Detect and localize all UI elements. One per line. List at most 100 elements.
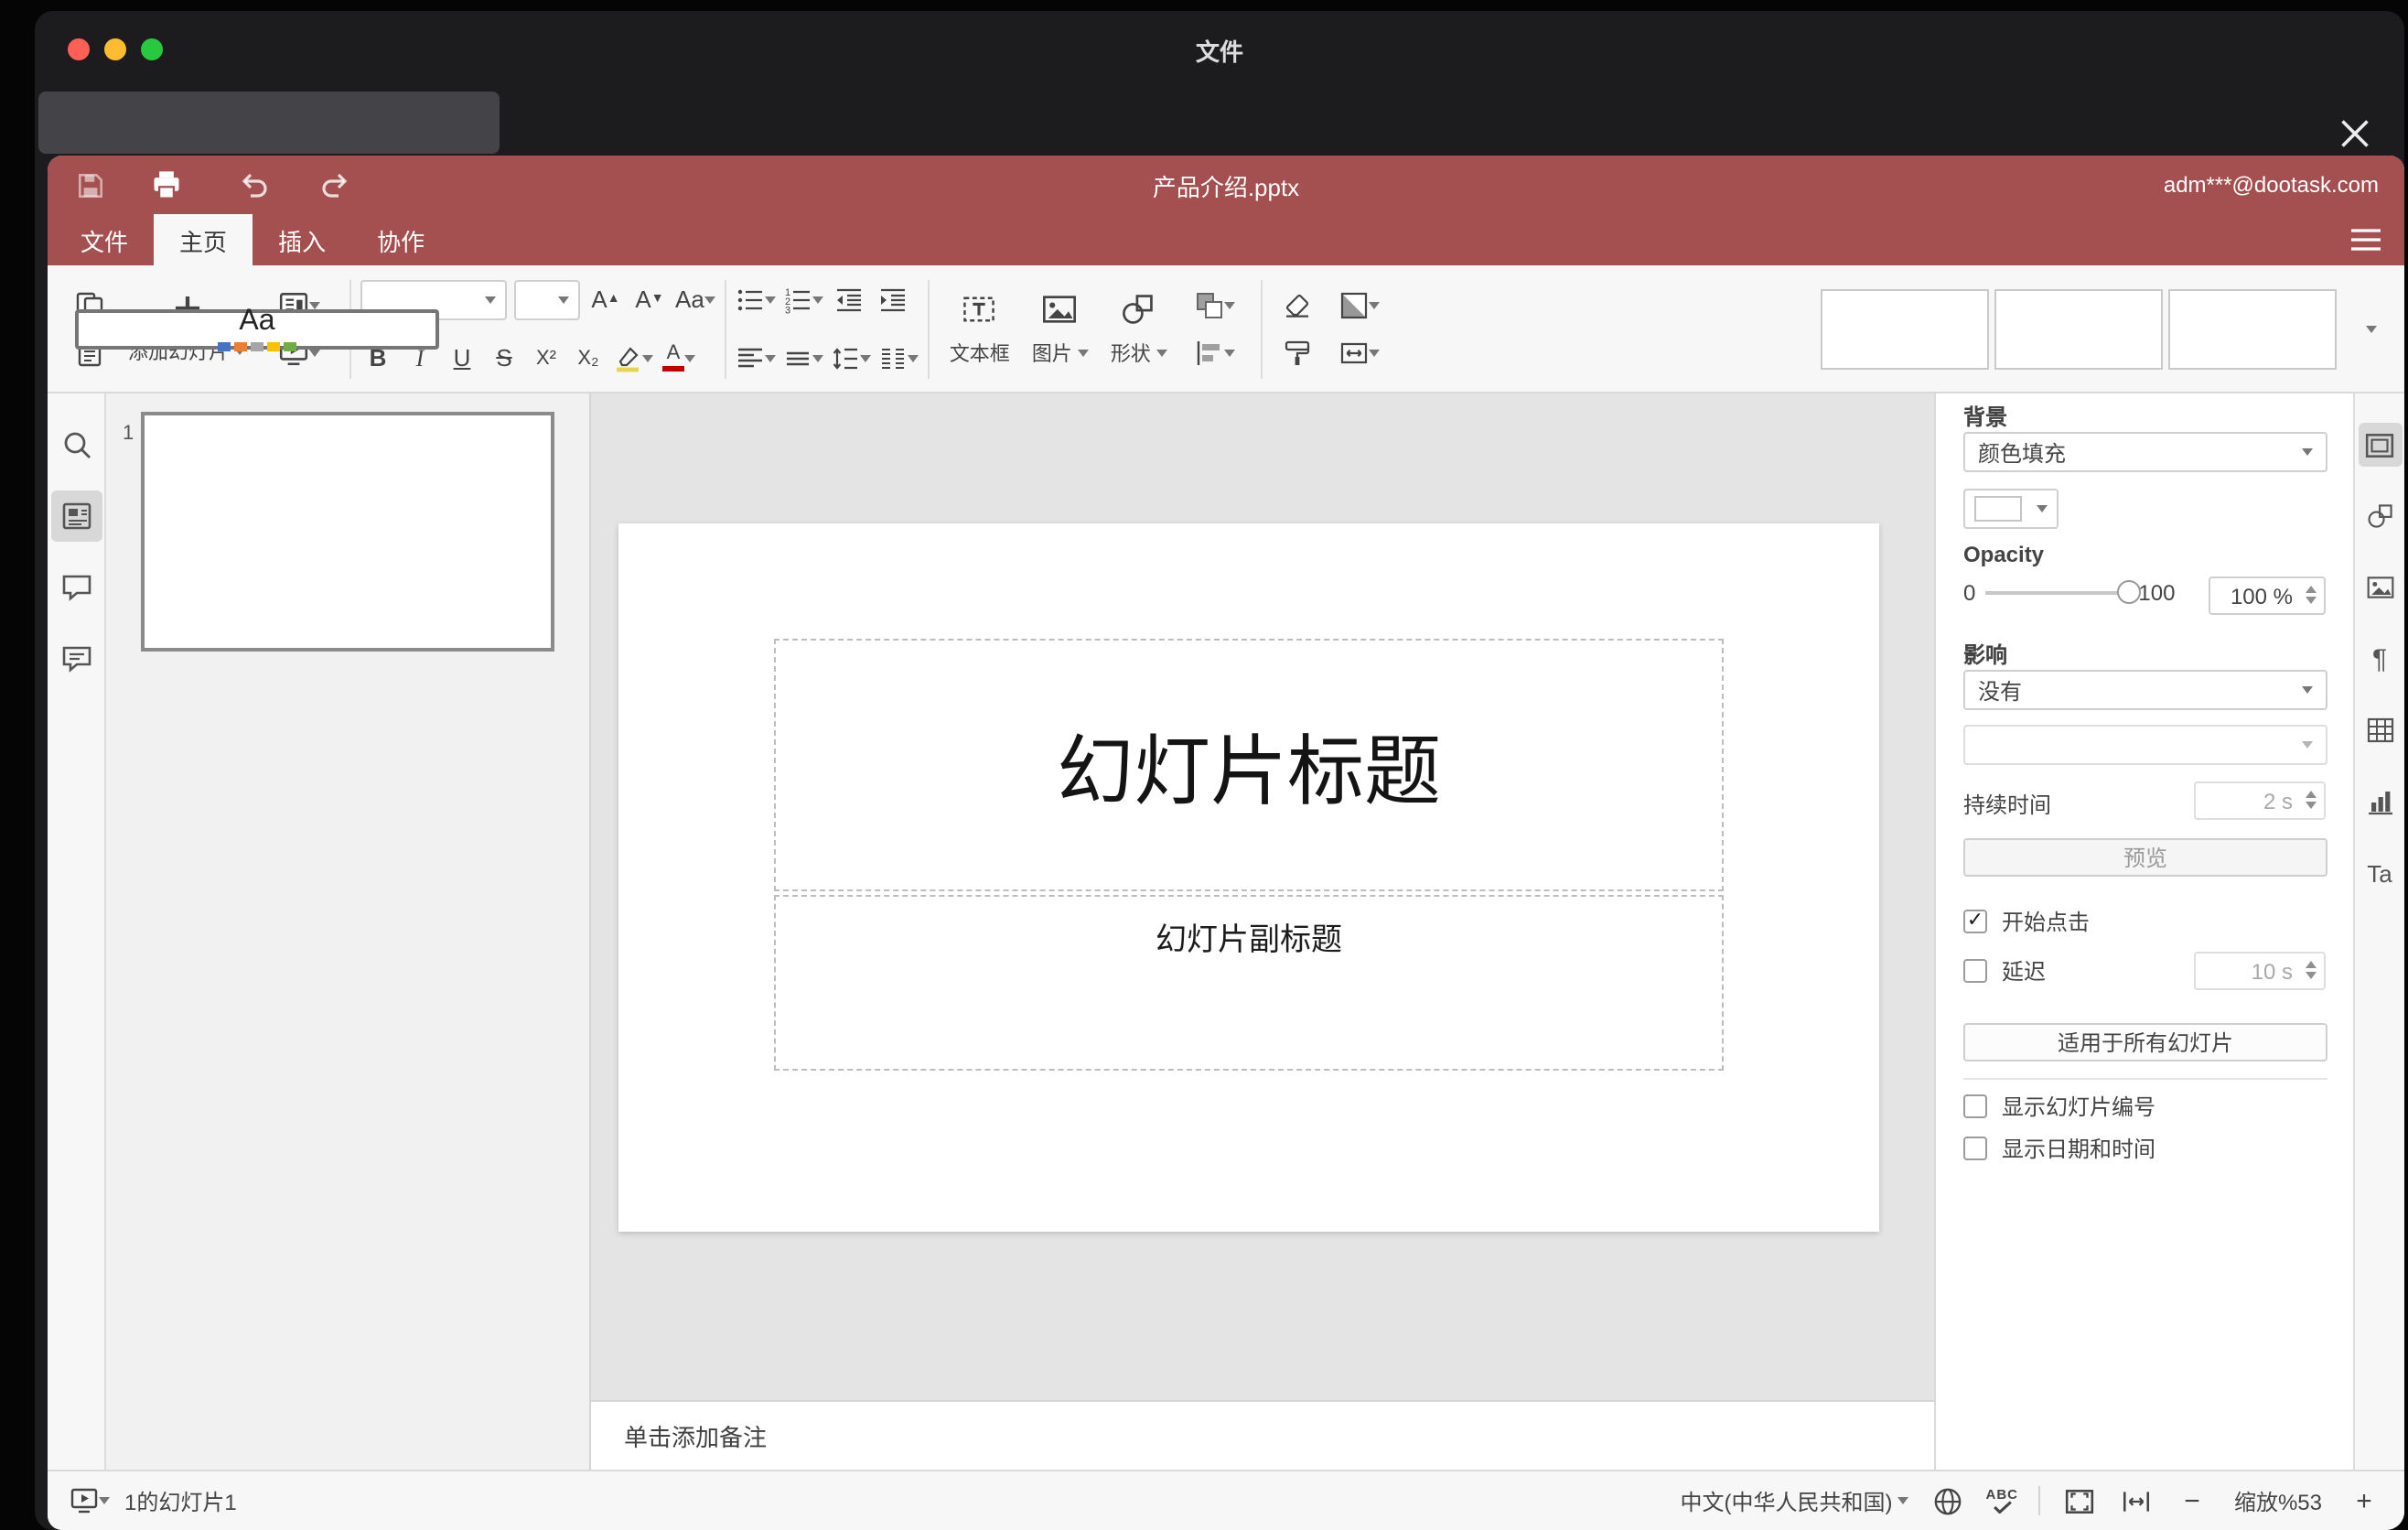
clear-style-icon[interactable] — [1272, 283, 1323, 327]
subscript-button[interactable]: X₂ — [571, 347, 606, 369]
slide[interactable]: 幻灯片标题 幻灯片副标题 — [618, 523, 1879, 1232]
save-icon[interactable] — [66, 161, 113, 209]
status-right: 中文(中华人民共和国) ABC − 缩放%53 + — [1681, 1479, 2383, 1523]
theme-option-2[interactable] — [1994, 288, 2163, 369]
decrease-indent-icon[interactable] — [831, 277, 867, 321]
insert-image-button[interactable]: 图片 — [1021, 270, 1100, 387]
increase-font-icon[interactable]: A ▲ — [587, 277, 624, 321]
shape-settings-icon[interactable] — [2358, 494, 2402, 538]
delay-input[interactable]: 10 s — [2194, 952, 2326, 990]
insert-textbox-button[interactable]: 文本框 — [939, 270, 1021, 387]
opacity-input[interactable]: 100 % — [2209, 576, 2326, 615]
tab-insert[interactable]: 插入 — [253, 214, 351, 265]
delay-checkbox[interactable] — [1963, 958, 1987, 982]
theme-palette — [218, 342, 296, 351]
underline-button[interactable]: U — [445, 344, 479, 372]
slide-canvas[interactable]: 幻灯片标题 幻灯片副标题 — [591, 393, 1934, 1400]
slide-size-icon[interactable] — [1323, 330, 1396, 374]
search-icon[interactable] — [50, 419, 102, 470]
superscript-button[interactable]: X² — [529, 347, 564, 369]
show-date-time-checkbox[interactable] — [1963, 1136, 1987, 1159]
tab-home[interactable]: 主页 — [154, 214, 253, 265]
chevron-down-icon — [2366, 325, 2377, 332]
preview-button[interactable]: 预览 — [1963, 838, 2327, 877]
chat-feedback-icon[interactable] — [50, 633, 102, 684]
tab-file[interactable]: 文件 — [55, 214, 154, 265]
bullets-icon[interactable] — [736, 277, 776, 321]
align-shape-icon[interactable] — [1178, 330, 1252, 374]
strikeout-button[interactable]: S — [487, 344, 521, 372]
theme-preview-text: Aa — [239, 306, 275, 337]
theme-gallery-expand[interactable] — [2353, 307, 2390, 350]
slides-panel-icon[interactable] — [50, 490, 102, 542]
fit-width-icon[interactable] — [2117, 1479, 2154, 1523]
paragraph-settings-icon[interactable]: ¶ — [2358, 637, 2402, 681]
notes-area[interactable]: 单击添加备注 — [591, 1400, 1934, 1470]
table-settings-icon[interactable] — [2358, 708, 2402, 752]
tab-collaboration[interactable]: 协作 — [351, 214, 450, 265]
title-placeholder-box[interactable]: 幻灯片标题 — [774, 639, 1724, 891]
apply-to-all-button[interactable]: 适用于所有幻灯片 — [1963, 1023, 2327, 1061]
theme-palette-swatch — [234, 342, 247, 351]
theme-option-1[interactable] — [1821, 288, 1989, 369]
line-spacing-icon[interactable] — [831, 336, 871, 380]
subtitle-placeholder-box[interactable]: 幻灯片副标题 — [774, 895, 1724, 1071]
spinner-arrows[interactable] — [2306, 586, 2317, 604]
zoom-out-button[interactable]: − — [2174, 1479, 2210, 1523]
show-slide-number-checkbox[interactable] — [1963, 1094, 1987, 1117]
start-slideshow-status-icon[interactable] — [70, 1479, 110, 1523]
image-settings-icon[interactable] — [2358, 566, 2402, 609]
increase-indent-icon[interactable] — [875, 277, 911, 321]
insert-shape-button[interactable]: 形状 — [1100, 270, 1178, 387]
vertical-align-icon[interactable] — [783, 336, 823, 380]
theme-option-selected[interactable]: Aa — [75, 306, 439, 351]
opacity-slider[interactable] — [1984, 580, 2141, 604]
slide-settings-icon[interactable] — [2358, 423, 2402, 467]
comments-icon[interactable] — [50, 562, 102, 613]
start-on-click-checkbox[interactable]: ✓ — [1963, 909, 1987, 932]
opacity-label: Opacity — [1963, 542, 2045, 567]
decrease-font-icon[interactable]: A ▼ — [631, 277, 668, 321]
spellcheck-icon[interactable]: ABC — [1986, 1487, 2019, 1514]
duration-input[interactable]: 2 s — [2194, 781, 2326, 820]
numbering-icon[interactable]: 123 — [783, 277, 823, 321]
fit-slide-icon[interactable] — [2060, 1479, 2097, 1523]
color-scheme-icon[interactable] — [1323, 283, 1396, 327]
chevron-down-icon — [2302, 741, 2313, 749]
show-slide-number-label: 显示幻灯片编号 — [2002, 1094, 2156, 1119]
arrange-shape-icon[interactable] — [1178, 283, 1252, 327]
effect-type-select[interactable] — [1963, 725, 2327, 765]
background-fill-select[interactable]: 颜色填充 — [1963, 432, 2327, 472]
close-icon[interactable] — [2338, 117, 2371, 150]
chevron-down-icon — [1156, 349, 1167, 356]
effect-select[interactable]: 没有 — [1963, 670, 2327, 710]
quick-access-row: 产品介绍.pptx adm***@dootask.com — [48, 156, 2404, 214]
chart-settings-icon[interactable] — [2358, 780, 2402, 824]
hamburger-menu-icon[interactable] — [2349, 227, 2382, 262]
textart-settings-icon[interactable]: Ta — [2358, 851, 2402, 895]
print-icon[interactable] — [143, 161, 190, 209]
font-color-button[interactable]: A — [661, 336, 697, 380]
columns-icon[interactable] — [878, 336, 919, 380]
effect-section-label: 影响 — [1963, 642, 2008, 668]
undo-icon[interactable] — [231, 161, 278, 209]
zoom-in-button[interactable]: + — [2346, 1479, 2382, 1523]
change-case-button[interactable]: Aa — [675, 277, 715, 321]
copy-style-icon[interactable] — [1272, 330, 1323, 374]
spinner-arrows[interactable] — [2306, 791, 2317, 809]
font-size-select[interactable] — [514, 279, 580, 319]
chevron-down-icon — [812, 296, 823, 303]
redo-icon[interactable] — [311, 161, 359, 209]
scheme-group — [1323, 283, 1396, 374]
spinner-arrows[interactable] — [2306, 961, 2317, 979]
theme-option-3[interactable] — [2168, 288, 2337, 369]
slide-thumbnail[interactable] — [141, 412, 554, 652]
set-language-globe-icon[interactable] — [1930, 1479, 1966, 1523]
theme-gallery: Aa — [75, 288, 2390, 369]
horizontal-align-icon[interactable] — [736, 336, 776, 380]
opacity-slider-knob[interactable] — [2116, 580, 2141, 604]
background-color-picker[interactable] — [1963, 489, 2059, 529]
language-selector[interactable]: 中文(中华人民共和国) — [1681, 1485, 1909, 1516]
background-fill-value: 颜色填充 — [1978, 440, 2067, 466]
highlight-color-button[interactable] — [613, 336, 653, 380]
